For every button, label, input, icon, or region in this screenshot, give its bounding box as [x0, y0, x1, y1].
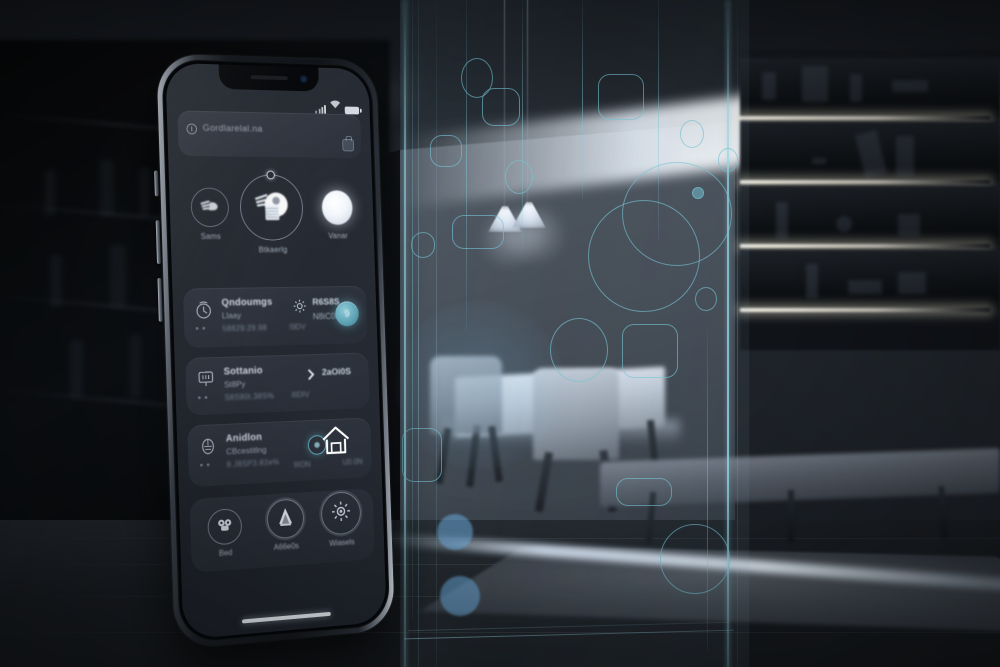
- card-right-line1-1: 2aOi0S: [321, 366, 352, 379]
- control-item-1[interactable]: Btkaerlg: [239, 170, 304, 255]
- shelving-unit: [740, 50, 1000, 350]
- teal-square-b: [430, 135, 462, 167]
- quick-controls: Sams Btkaerlg Vanar: [180, 170, 364, 265]
- header-title: Gordlarelal.na: [202, 122, 263, 135]
- teal-square-e: [598, 74, 644, 120]
- teal-circle-d: [718, 148, 738, 172]
- control-item-0[interactable]: Sams: [190, 187, 230, 241]
- teal-circle-b: [505, 160, 533, 194]
- info-circle-icon: [186, 123, 198, 135]
- nav-label-1: A66e0s: [273, 541, 300, 552]
- app-header-bar[interactable]: Gordlarelal.na: [177, 110, 362, 159]
- teal-square-d: [411, 232, 435, 258]
- clock-icon: [194, 300, 214, 320]
- card-dots-0: [195, 326, 206, 330]
- teal-square-c: [452, 215, 504, 249]
- nav-label-2: Wiasels: [329, 537, 355, 548]
- card-title-1: Sottanio: [223, 365, 263, 378]
- card-value-0: 58829:29.98: [222, 323, 268, 334]
- teal-square-f: [622, 324, 678, 378]
- card-subtitle-2: CBcestitlng: [226, 444, 267, 457]
- nav-label-0: Bed: [218, 548, 233, 558]
- status-bar: [315, 96, 360, 115]
- teal-square-a: [482, 88, 520, 126]
- phone-screen[interactable]: Gordlarelal.na Sams Btkaerlg Vanar Qndou…: [165, 62, 387, 640]
- teal-badge-label: 9: [344, 308, 350, 320]
- teal-circle-big2: [588, 200, 700, 312]
- sensor-icon: [198, 436, 218, 457]
- settings-gear-icon: [329, 498, 353, 529]
- card-right-line1-0: R6S8S: [312, 296, 340, 308]
- teal-dot-lower: [440, 576, 480, 616]
- scan-icon[interactable]: [342, 138, 355, 152]
- teal-dot-node: [692, 187, 704, 199]
- control-ring-2[interactable]: [319, 188, 356, 226]
- house-outline-icon[interactable]: [320, 424, 352, 456]
- card-unit-2: lIION: [293, 459, 311, 470]
- dial-knob-handle[interactable]: [266, 170, 275, 180]
- control-dial-ring[interactable]: [239, 170, 304, 241]
- smartphone: Gordlarelal.na Sams Btkaerlg Vanar Qndou…: [114, 34, 422, 667]
- card-subtitle-0: Llaay: [221, 310, 242, 321]
- cone-lamp-icon: [274, 504, 297, 534]
- hand-gesture-icon: [199, 196, 221, 219]
- bottom-nav-bar: Bed A66e0s Wiasels: [189, 488, 375, 573]
- control-label-2: Vanar: [328, 231, 349, 241]
- card-title-2: Anidlon: [225, 432, 263, 445]
- control-label-1: Btkaerlg: [258, 245, 288, 255]
- card-right-line2-2: U0.0N: [342, 457, 363, 467]
- teal-circle-g: [660, 524, 730, 594]
- signal-bars-icon: [315, 105, 327, 114]
- nav-ring-2[interactable]: [320, 490, 362, 536]
- card-title-0: Qndoumgs: [221, 296, 273, 309]
- scene-root: Gordlarelal.na Sams Btkaerlg Vanar Qndou…: [0, 0, 1000, 667]
- light-orb-icon: [321, 190, 354, 225]
- front-camera-icon: [301, 76, 307, 82]
- control-item-2[interactable]: Vanar: [319, 188, 357, 240]
- device-icon: [196, 369, 216, 389]
- earpiece-speaker: [250, 75, 288, 81]
- card-dots-1: [197, 395, 208, 400]
- card-subtitle-1: St8Py: [223, 378, 246, 390]
- teal-circle-e: [695, 287, 717, 311]
- card-unit-1: lIIDIV: [291, 390, 310, 400]
- teal-circle-f: [550, 318, 608, 382]
- gear-icon[interactable]: [292, 298, 307, 314]
- bulb-face-icon: [215, 514, 235, 540]
- device-card-2[interactable]: Anidlon CBcestitlng 8.J8SP3.82e% lIION U…: [187, 417, 373, 488]
- teal-square-g: [616, 478, 672, 506]
- nav-ring-1[interactable]: [266, 498, 305, 540]
- control-label-0: Sams: [200, 231, 222, 241]
- device-card-1[interactable]: Sottanio St8Py S8S90t.38S% lIIDIV 2aOi0S: [185, 352, 370, 416]
- teal-dot-upper: [437, 514, 473, 550]
- control-ring-0[interactable]: [190, 187, 230, 228]
- wifi-icon: [329, 97, 341, 114]
- card-unit-0: I9DV: [289, 322, 306, 332]
- nav-item-1[interactable]: A66e0s: [266, 498, 305, 552]
- nav-item-2[interactable]: Wiasels: [320, 490, 362, 549]
- teal-badge-button[interactable]: 9: [334, 301, 360, 327]
- lamp-glow-icon: [252, 187, 290, 229]
- silent-switch[interactable]: [154, 170, 159, 197]
- teal-circle-c: [680, 120, 704, 148]
- card-dots-2: [199, 463, 210, 467]
- screen-notch: [218, 64, 320, 92]
- card-value-1: S8S90t.38S%: [224, 391, 275, 403]
- home-indicator[interactable]: [241, 611, 331, 624]
- chevron-right-icon[interactable]: [304, 369, 315, 381]
- nav-item-0[interactable]: Bed: [207, 507, 243, 559]
- card-value-2: 8.J8SP3.82e%: [226, 457, 280, 470]
- device-card-0[interactable]: Qndoumgs Llaay 58829:29.98 I9DV R6S8S N8…: [182, 285, 368, 349]
- nav-ring-0[interactable]: [207, 507, 243, 546]
